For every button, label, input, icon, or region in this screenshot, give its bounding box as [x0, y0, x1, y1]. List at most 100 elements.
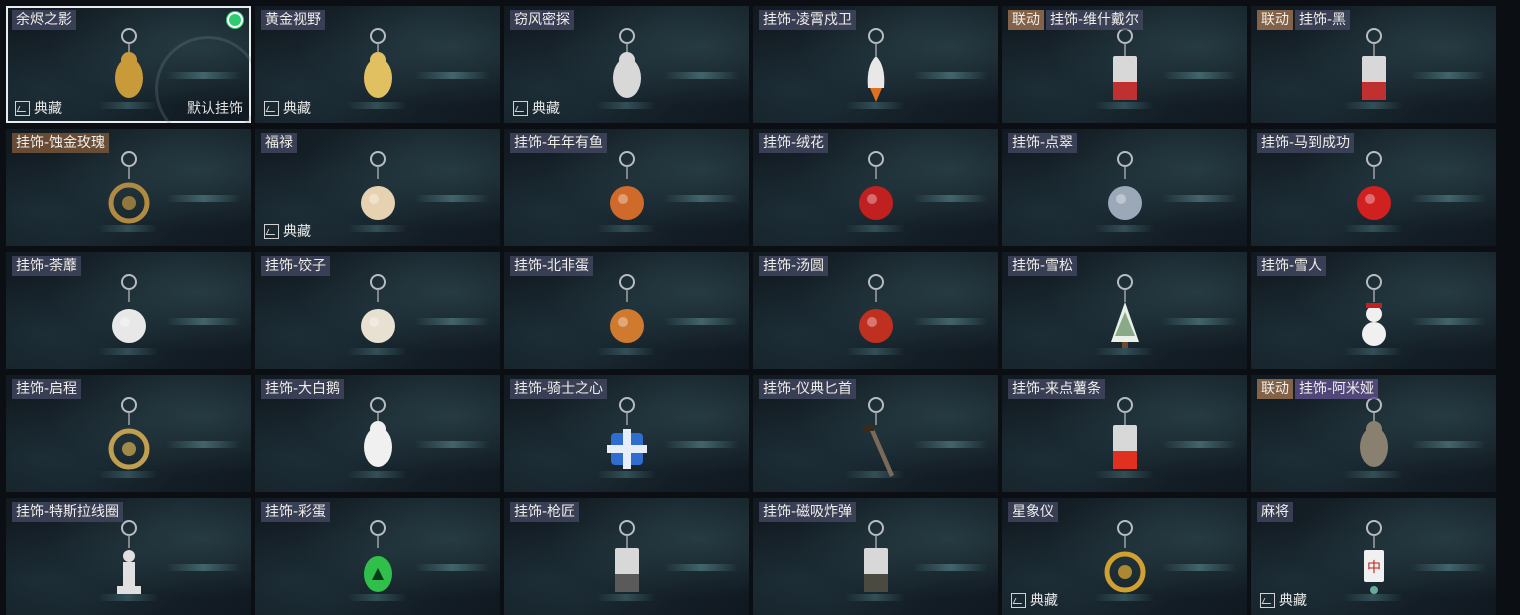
- charm-name: 挂饰-阿米娅: [1295, 379, 1379, 399]
- background-streak: [664, 564, 739, 571]
- charm-card[interactable]: 麻将中典藏: [1251, 498, 1496, 615]
- charm-name: 挂饰-磁吸炸弹: [759, 502, 857, 522]
- charm-name: 挂饰-蚀金玫瑰: [12, 133, 110, 153]
- background-streak: [913, 441, 988, 448]
- cross-charm-icon: [597, 395, 657, 487]
- charm-name: 挂饰-来点薯条: [1008, 379, 1106, 399]
- charm-card[interactable]: 挂饰-枪匠: [504, 498, 749, 615]
- charm-name: 挂饰-仪典匕首: [759, 379, 857, 399]
- collection-label: 典藏: [532, 101, 560, 117]
- charm-name-row: 挂饰-蚀金玫瑰: [12, 133, 110, 153]
- collection-badge: 典藏: [1260, 590, 1307, 610]
- collection-badge: 典藏: [15, 98, 62, 118]
- background-streak: [1162, 441, 1237, 448]
- charm-name: 挂饰-点翠: [1008, 133, 1078, 153]
- background-streak: [1411, 195, 1486, 202]
- charm-card[interactable]: 挂饰-彩蛋: [255, 498, 500, 615]
- charm-name-row: 挂饰-特斯拉线圈: [12, 502, 124, 522]
- charm-card[interactable]: 黄金视野典藏: [255, 6, 500, 123]
- charm-name-row: 挂饰-饺子: [261, 256, 331, 276]
- collection-icon: [264, 100, 279, 116]
- horse-charm-icon: [1344, 149, 1404, 241]
- collection-badge: 典藏: [513, 98, 560, 118]
- charm-card[interactable]: 挂饰-仪典匕首: [753, 375, 998, 492]
- charm-card[interactable]: 星象仪典藏: [1002, 498, 1247, 615]
- charm-card[interactable]: 挂饰-磁吸炸弹: [753, 498, 998, 615]
- charm-card[interactable]: 挂饰-雪人: [1251, 252, 1496, 369]
- charm-card[interactable]: 福禄 典藏: [255, 129, 500, 246]
- charm-name: 挂饰-北非蛋: [510, 256, 594, 276]
- charm-card[interactable]: 余烬之影 典藏 默认挂饰: [6, 6, 251, 123]
- charm-card[interactable]: 挂饰-启程: [6, 375, 251, 492]
- charm-card[interactable]: 挂饰-汤圆: [753, 252, 998, 369]
- charm-name-row: 挂饰-彩蛋: [261, 502, 331, 522]
- charm-card[interactable]: 挂饰-特斯拉线圈: [6, 498, 251, 615]
- shakshuka-charm-icon: [597, 272, 657, 364]
- charm-card[interactable]: 挂饰-大白鹅: [255, 375, 500, 492]
- charm-name-row: 余烬之影: [12, 10, 76, 30]
- charm-card[interactable]: 挂饰-北非蛋: [504, 252, 749, 369]
- collection-icon: [15, 100, 30, 116]
- background-streak: [415, 564, 490, 571]
- charm-card[interactable]: 挂饰-马到成功: [1251, 129, 1496, 246]
- charm-name: 挂饰-凌霄戍卫: [759, 10, 857, 30]
- charm-name: 挂饰-饺子: [261, 256, 331, 276]
- collection-badge: 典藏: [1011, 590, 1058, 610]
- rose-charm-icon: [846, 149, 906, 241]
- bag-charm-icon: [597, 518, 657, 610]
- charm-card[interactable]: 挂饰-骑士之心: [504, 375, 749, 492]
- background-streak: [166, 441, 241, 448]
- collab-tag: 联动: [1257, 10, 1293, 30]
- charm-card[interactable]: 挂饰-来点薯条: [1002, 375, 1247, 492]
- charm-name-row: 挂饰-枪匠: [510, 502, 580, 522]
- charm-card[interactable]: 挂饰-荼蘼: [6, 252, 251, 369]
- charm-name: 星象仪: [1008, 502, 1058, 522]
- charm-name-row: 挂饰-骑士之心: [510, 379, 608, 399]
- background-streak: [913, 72, 988, 79]
- charm-card[interactable]: 挂饰-饺子: [255, 252, 500, 369]
- charm-name-row: 挂饰-绒花: [759, 133, 829, 153]
- background-streak: [913, 564, 988, 571]
- charm-name-row: 挂饰-汤圆: [759, 256, 829, 276]
- egg-charm-icon: [348, 518, 408, 610]
- tesla-coil-charm-icon: [99, 518, 159, 610]
- charm-card[interactable]: 挂饰-绒花: [753, 129, 998, 246]
- background-streak: [1411, 564, 1486, 571]
- gold-rose-charm-icon: [99, 149, 159, 241]
- charm-name: 挂饰-彩蛋: [261, 502, 331, 522]
- charm-card[interactable]: 挂饰-年年有鱼: [504, 129, 749, 246]
- charm-card[interactable]: 挂饰-点翠: [1002, 129, 1247, 246]
- charm-name: 麻将: [1257, 502, 1293, 522]
- charm-name-row: 挂饰-大白鹅: [261, 379, 345, 399]
- tree-charm-icon: [1095, 272, 1155, 364]
- charm-name: 挂饰-骑士之心: [510, 379, 608, 399]
- charm-name: 挂饰-黑: [1295, 10, 1351, 30]
- background-streak: [913, 195, 988, 202]
- background-streak: [415, 195, 490, 202]
- charm-card[interactable]: 联动 挂饰-黑: [1251, 6, 1496, 123]
- charm-card[interactable]: 联动 挂饰-阿米娅: [1251, 375, 1496, 492]
- charm-card[interactable]: 挂饰-雪松: [1002, 252, 1247, 369]
- background-streak: [415, 318, 490, 325]
- equipped-indicator: [227, 12, 243, 28]
- charm-card[interactable]: 窃风密探典藏: [504, 6, 749, 123]
- mahjong-charm-icon: 中: [1344, 518, 1404, 610]
- charm-name-row: 麻将: [1257, 502, 1293, 522]
- feather-charm-icon: [1095, 149, 1155, 241]
- rocket-charm-icon: [846, 26, 906, 118]
- charm-card[interactable]: 挂饰-凌霄戍卫: [753, 6, 998, 123]
- charm-name: 窃风密探: [510, 10, 574, 30]
- charm-name: 挂饰-雪人: [1257, 256, 1327, 276]
- background-streak: [166, 195, 241, 202]
- charm-card[interactable]: 联动 挂饰-维什戴尔: [1002, 6, 1247, 123]
- collection-label: 典藏: [1030, 593, 1058, 609]
- charm-name-row: 联动 挂饰-黑: [1257, 10, 1351, 30]
- charm-name: 黄金视野: [261, 10, 325, 30]
- collection-label: 典藏: [283, 224, 311, 240]
- charm-name-row: 挂饰-荼蘼: [12, 256, 82, 276]
- charm-card[interactable]: 挂饰-蚀金玫瑰: [6, 129, 251, 246]
- collection-label: 典藏: [283, 101, 311, 117]
- background-streak: [166, 318, 241, 325]
- background-streak: [1411, 318, 1486, 325]
- background-streak: [166, 564, 241, 571]
